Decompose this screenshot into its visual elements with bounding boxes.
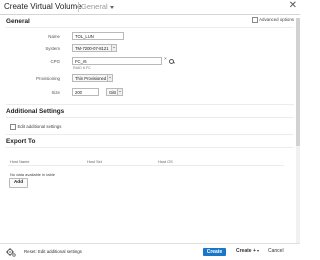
caret-down-icon (257, 249, 260, 252)
create-button[interactable]: Create (203, 248, 226, 256)
clear-icon[interactable]: × (164, 57, 167, 62)
system-select-value: TM-7200-07-8121 (75, 46, 109, 51)
provisioning-label: Provisioning (36, 76, 60, 81)
size-label: Size (51, 90, 60, 95)
system-select[interactable]: TM-7200-07-8121 (72, 44, 117, 52)
section-general-heading: General (6, 18, 30, 25)
section-separator (6, 147, 294, 148)
create-plus-button[interactable]: Create + (236, 248, 260, 254)
provisioning-select[interactable]: Thin Provisioned (72, 74, 113, 82)
name-label: Name (48, 34, 60, 39)
section-separator (6, 117, 294, 118)
gear-icon[interactable] (6, 247, 16, 257)
advanced-options-label: Advanced options (259, 17, 294, 23)
cpg-input[interactable]: FC_r6 (72, 57, 162, 65)
section-export-to-heading: Export To (6, 138, 36, 145)
chevron-down-icon (117, 89, 122, 95)
size-unit-select[interactable]: GiB (106, 88, 123, 96)
edit-additional-settings-toggle[interactable]: Edit additional settings (10, 124, 61, 130)
section-separator (6, 104, 294, 105)
dialog-header: Create Virtual Volume General ✕ (0, 0, 300, 14)
add-host-button[interactable]: Add (9, 178, 28, 188)
dialog-footer: Reset: Edit additional settings Create C… (0, 243, 300, 260)
empty-table-message: No data available in table (10, 172, 55, 177)
cpg-label: CPG (50, 59, 60, 64)
column-header-host-os[interactable]: Host OS (158, 159, 173, 164)
edit-additional-settings-label: Edit additional settings (17, 124, 62, 130)
section-additional-settings-heading: Additional Settings (6, 108, 65, 115)
view-selector-label: General (81, 2, 108, 11)
system-label: System (45, 46, 60, 51)
view-selector[interactable]: General (81, 2, 114, 11)
scrollbar-thumb[interactable] (296, 18, 300, 146)
dialog-title: Create Virtual Volume (4, 2, 82, 11)
create-plus-label: Create + (236, 248, 256, 254)
edit-additional-settings-checkbox[interactable] (10, 124, 16, 130)
header-divider (78, 2, 79, 12)
advanced-options-toggle[interactable]: Advanced options (251, 17, 294, 23)
size-input[interactable]: 200 (72, 88, 99, 96)
section-separator (6, 27, 294, 28)
cpg-raid-hint: RAID 6 FC (73, 66, 91, 70)
column-header-host-name[interactable]: Host Name (10, 159, 29, 164)
advanced-options-checkbox[interactable] (251, 17, 258, 23)
caret-down-icon (109, 5, 114, 9)
chevron-down-icon (107, 75, 112, 81)
section-separator (6, 134, 294, 135)
search-icon[interactable] (169, 58, 174, 64)
chevron-down-icon (111, 45, 116, 51)
header-divider-line (0, 14, 300, 15)
provisioning-select-value: Thin Provisioned (75, 76, 107, 81)
size-unit-value: GiB (109, 90, 116, 95)
cancel-button[interactable]: Cancel (268, 248, 284, 254)
close-icon[interactable]: ✕ (289, 0, 297, 11)
column-header-host-set[interactable]: Host Set (87, 159, 102, 164)
reset-settings-link[interactable]: Reset: Edit additional settings (24, 249, 82, 254)
table-header-divider (8, 165, 284, 166)
name-input[interactable]: TOL_LUN (72, 32, 124, 40)
